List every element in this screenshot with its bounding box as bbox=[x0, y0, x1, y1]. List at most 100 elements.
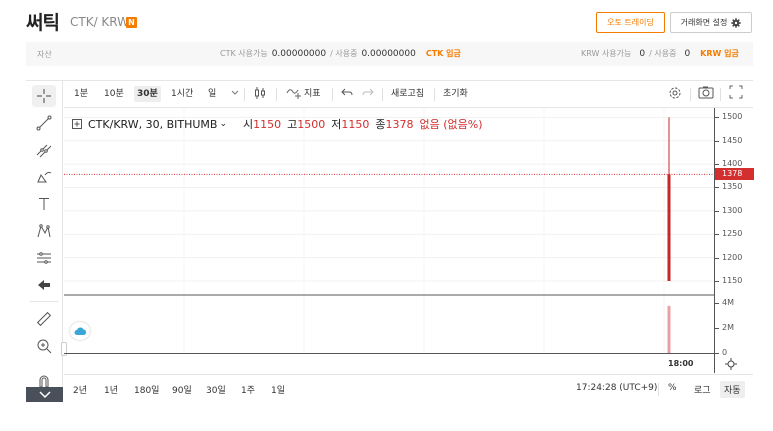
ruler-icon[interactable] bbox=[32, 308, 56, 330]
interval-1h[interactable]: 1시간 bbox=[168, 86, 196, 102]
tool-divider bbox=[30, 301, 58, 302]
volume-tick-label: 0 bbox=[722, 348, 728, 357]
screen-setting-label: 거래화면 설정 bbox=[680, 18, 728, 27]
gear-icon bbox=[731, 17, 742, 28]
auto-toggle[interactable]: 자동 bbox=[720, 381, 745, 398]
toolbar-divider bbox=[332, 88, 333, 101]
pair-name: CTK/ KRW bbox=[70, 15, 130, 29]
add-symbol-icon[interactable] bbox=[72, 119, 82, 129]
legend-high-label: 고 bbox=[287, 118, 298, 131]
krw-available-value: 0 bbox=[639, 49, 646, 59]
range-180d[interactable]: 180일 bbox=[134, 383, 159, 396]
price-chart[interactable] bbox=[64, 108, 714, 353]
legend-low-label: 저 bbox=[331, 118, 342, 131]
trend-line-icon[interactable] bbox=[32, 112, 56, 134]
redo-icon[interactable] bbox=[359, 86, 377, 102]
krw-balance: KRW 사용가능 0 / 사용중 0 KRW 입금 bbox=[581, 48, 739, 59]
legend-dropdown-icon[interactable]: ⌄ bbox=[219, 119, 227, 129]
range-30d[interactable]: 30일 bbox=[206, 383, 226, 396]
toolbar-divider bbox=[720, 88, 721, 101]
price-tick-mark bbox=[715, 164, 719, 166]
measure-icon[interactable] bbox=[32, 247, 56, 269]
price-tick-label: 1350 bbox=[722, 182, 743, 192]
toolbar-divider bbox=[434, 88, 435, 101]
price-tick-label: 1150 bbox=[722, 275, 743, 285]
krw-in-use-label: / 사용중 bbox=[649, 49, 677, 58]
drawing-toolbar bbox=[26, 80, 63, 402]
ctk-in-use-label: / 사용중 bbox=[330, 49, 358, 58]
krw-deposit-link[interactable]: KRW 입금 bbox=[700, 48, 739, 59]
volume-tick-mark bbox=[715, 328, 719, 330]
arrow-left-icon[interactable] bbox=[32, 274, 56, 296]
range-bar: 2년 1년 180일 90일 30일 1주 1일 17:24:28 (UTC+9… bbox=[64, 374, 753, 402]
range-1y[interactable]: 1년 bbox=[104, 383, 118, 396]
candle-body bbox=[667, 174, 671, 281]
chart-settings-icon[interactable] bbox=[664, 85, 686, 101]
legend-symbol[interactable]: CTK/KRW, 30, BITHUMB bbox=[88, 118, 217, 131]
candle-style-icon[interactable] bbox=[250, 86, 270, 102]
ctk-balance: CTK 사용가능 0.00000000 / 사용중 0.00000000 CTK… bbox=[220, 48, 461, 59]
new-badge: N bbox=[126, 17, 137, 28]
screen-setting-button[interactable]: 거래화면 설정 bbox=[670, 12, 752, 33]
fullscreen-icon[interactable] bbox=[726, 85, 746, 101]
legend-high: 1500 bbox=[297, 117, 326, 131]
toolbar-divider bbox=[690, 88, 691, 101]
legend-low: 1150 bbox=[341, 117, 370, 131]
asset-label: 자산 bbox=[37, 50, 52, 59]
price-tick-label: 1200 bbox=[722, 252, 743, 262]
krw-available-label: KRW 사용가능 bbox=[581, 49, 632, 58]
price-tick-mark bbox=[715, 210, 719, 212]
ctk-deposit-link[interactable]: CTK 입금 bbox=[426, 48, 461, 59]
header: 써틱 CTK/ KRW N 오토 트레이딩 거래화면 설정 bbox=[0, 0, 773, 40]
price-tick-label: 1450 bbox=[722, 135, 743, 145]
chart-toolbar: 1분 10분 30분 1시간 일 지표 새로고침 초기화 bbox=[64, 80, 753, 108]
cloud-icon[interactable] bbox=[70, 322, 90, 340]
collapse-toolbar-button[interactable] bbox=[26, 387, 63, 402]
chevron-down-icon bbox=[38, 390, 51, 398]
reset-button[interactable]: 초기화 bbox=[440, 86, 471, 102]
zoom-in-icon[interactable] bbox=[32, 335, 56, 357]
legend-change: 없음 (없음%) bbox=[419, 118, 483, 131]
auto-trading-button[interactable]: 오토 트레이딩 bbox=[596, 12, 665, 33]
price-tick-mark bbox=[715, 234, 719, 236]
log-toggle[interactable]: 로그 bbox=[694, 383, 711, 396]
undo-icon[interactable] bbox=[338, 86, 356, 102]
price-tick-label: 1500 bbox=[722, 112, 743, 122]
interval-day[interactable]: 일 bbox=[205, 86, 219, 102]
price-tick-mark bbox=[715, 257, 719, 259]
volume-tick-label: 2M bbox=[722, 323, 734, 333]
brush-icon[interactable] bbox=[32, 166, 56, 188]
range-90d[interactable]: 90일 bbox=[172, 383, 192, 396]
toolbar-divider bbox=[244, 88, 245, 101]
ctk-available-value: 0.00000000 bbox=[271, 49, 327, 59]
interval-1m[interactable]: 1분 bbox=[71, 86, 91, 102]
volume-tick-label: 4M bbox=[722, 298, 734, 308]
interval-10m[interactable]: 10분 bbox=[101, 86, 127, 102]
fib-icon[interactable] bbox=[32, 139, 56, 161]
text-icon[interactable] bbox=[32, 193, 56, 215]
axis-settings-icon[interactable] bbox=[724, 357, 738, 371]
range-2y[interactable]: 2년 bbox=[73, 383, 87, 396]
interval-30m[interactable]: 30분 bbox=[134, 86, 161, 102]
crosshair-icon[interactable] bbox=[32, 85, 56, 107]
time-axis[interactable]: 18:00 bbox=[64, 353, 714, 373]
range-1w[interactable]: 1주 bbox=[241, 383, 255, 396]
percent-toggle[interactable]: % bbox=[668, 383, 677, 393]
camera-icon[interactable] bbox=[695, 85, 717, 101]
volume-bar bbox=[667, 305, 671, 353]
volume-tick-mark bbox=[715, 353, 719, 354]
legend-open-label: 시 bbox=[243, 118, 254, 131]
interval-dropdown-icon[interactable] bbox=[228, 85, 242, 101]
price-tick-mark bbox=[715, 280, 719, 282]
range-1d[interactable]: 1일 bbox=[271, 383, 285, 396]
bar-divider bbox=[658, 383, 659, 396]
refresh-button[interactable]: 새로고침 bbox=[388, 86, 427, 102]
legend-open: 1150 bbox=[253, 117, 282, 131]
pattern-icon[interactable] bbox=[32, 220, 56, 242]
price-tick-mark bbox=[715, 117, 719, 119]
toolbar-divider bbox=[276, 88, 277, 101]
indicator-label[interactable]: 지표 bbox=[301, 86, 324, 102]
price-axis[interactable]: 1500 1450 1400 1350 1300 1250 1200 1150 1378 4M 2… bbox=[714, 108, 754, 373]
ctk-available-label: CTK 사용가능 bbox=[220, 49, 268, 58]
clock[interactable]: 17:24:28 (UTC+9) bbox=[576, 383, 657, 393]
